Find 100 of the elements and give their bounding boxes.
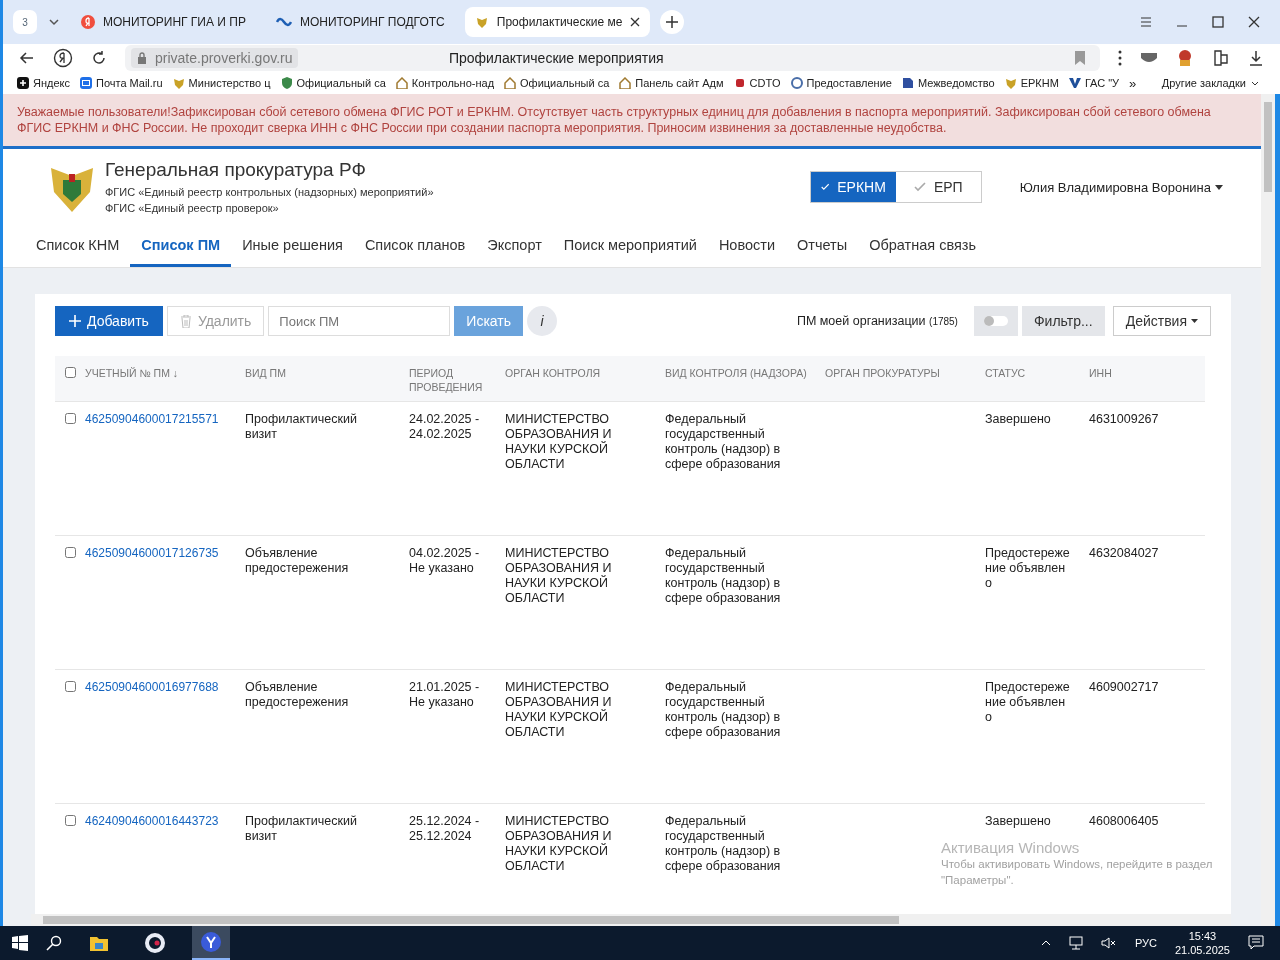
nav-tab[interactable]: Список КНМ (25, 225, 131, 267)
bookmark[interactable]: Межведомство (901, 77, 995, 89)
mail-icon (80, 77, 92, 89)
bookmark[interactable]: Министерство ц (172, 77, 271, 89)
horizontal-scrollbar[interactable] (31, 914, 1231, 926)
table-cell: МИНИСТЕРСТВО ОБРАЗОВАНИЯ И НАУКИ КУРСКОЙ ОБЛАСТИ (505, 546, 612, 605)
bookmark[interactable]: Яндекс (17, 77, 70, 89)
emblem-icon (1004, 77, 1017, 89)
menu-icon[interactable] (1140, 16, 1152, 28)
row-checkbox[interactable] (64, 413, 76, 424)
record-link[interactable]: 46250904600017126735 (85, 546, 219, 560)
check-icon (820, 182, 830, 192)
nav-tab[interactable]: Иные решения (231, 225, 354, 267)
table-cell: Объявление предостережения (245, 546, 349, 575)
column-header[interactable]: ИНН (1089, 366, 1187, 380)
start-icon[interactable] (12, 935, 28, 951)
search-icon[interactable] (46, 935, 62, 951)
taskbar-app[interactable] (192, 926, 230, 960)
letter-icon (81, 15, 95, 29)
other-bookmarks[interactable]: Другие закладки (1161, 77, 1260, 89)
bookmark[interactable]: Официальный са (504, 77, 610, 89)
toggle-switch[interactable] (983, 316, 1008, 326)
row-checkbox[interactable] (64, 547, 76, 558)
browser-tab[interactable]: МОНИТОРИНГ ГИА И ПР (71, 7, 256, 37)
extension-icon[interactable] (1176, 49, 1194, 67)
bookmark[interactable]: ЕРКНМ (1004, 77, 1059, 89)
bookmark[interactable]: CDTO (733, 77, 781, 89)
vertical-scrollbar[interactable] (1261, 94, 1275, 926)
clock[interactable]: 15:43 21.05.2025 (1174, 929, 1230, 957)
language-indicator[interactable]: РУС (1134, 937, 1157, 949)
check-icon (913, 182, 926, 192)
more-icon[interactable] (1118, 50, 1122, 66)
alert-text: Уважаемые пользователи!Зафиксирован сбой сетевого обмена ФГИС РОТ и ЕРКНМ. Отсутствует часть структурных единиц для добавления в паспорта мероприятий. Зафиксирован сбой сетевого обмена ФГИС ЕРКНМ и ФНС России. Не проходит сверка ИНН с ФНС России при создании паспорта мероприятия. Приносим извинения за доставленные неудобства. (17, 105, 1211, 135)
download-icon[interactable] (1248, 50, 1264, 66)
column-header[interactable]: ОРГАН ПРОКУРАТУРЫ (825, 366, 967, 380)
letter-y-icon (200, 931, 222, 953)
bookmark[interactable]: Контрольно-над (395, 77, 495, 89)
close-icon[interactable] (630, 17, 641, 27)
column-header[interactable]: ВИД ПМ (245, 366, 391, 380)
browser-tab[interactable]: Профилактические ме (464, 7, 651, 37)
nav-tab[interactable]: Обратная связь (858, 225, 987, 267)
caret-icon (1215, 184, 1223, 190)
more-bookmarks[interactable]: » (1129, 75, 1137, 91)
column-header[interactable]: ОРГАН КОНТРОЛЯ (505, 366, 647, 380)
select-all-checkbox[interactable] (64, 367, 76, 378)
maximize-icon[interactable] (1212, 16, 1224, 28)
column-header[interactable]: ВИД КОНТРОЛЯ (НАДЗОРА) (665, 366, 807, 380)
record-link[interactable]: 46250904600016977688 (85, 680, 219, 694)
reload-icon[interactable] (91, 50, 107, 66)
back-icon[interactable] (19, 50, 35, 66)
table-cell-text: Не указано (409, 561, 475, 576)
table-cell: Предостережение объявлено (985, 546, 1070, 590)
table-cell: 4609002717 (1089, 680, 1159, 694)
add-button[interactable]: Добавить (55, 306, 163, 336)
column-header[interactable]: УЧЕТНЫЙ № ПМ ↓ (85, 366, 227, 380)
nav-tab[interactable]: Новости (707, 225, 786, 267)
bookmark[interactable]: Почта Mail.ru (80, 77, 163, 89)
bookmark[interactable]: ГАС "У (1068, 77, 1120, 89)
bookmark[interactable]: Панель сайт Адм (619, 77, 724, 89)
search-field[interactable]: Поиск ПМ (268, 306, 451, 336)
yandex-icon[interactable] (53, 48, 73, 68)
extension-icon[interactable] (1212, 49, 1230, 67)
address-bar[interactable]: private.proverki.gov.ru Профилактические мероприятия (125, 45, 1100, 71)
extension-icon[interactable] (1140, 52, 1158, 64)
bookmark-icon[interactable] (1074, 51, 1086, 65)
table-cell: Федеральный государственный контроль (надзор) в сфере образования (665, 814, 781, 873)
plus-icon (69, 315, 81, 327)
chevron-up-icon[interactable] (1040, 939, 1051, 947)
record-link[interactable]: 46240904600016443723 (85, 814, 219, 828)
table-cell-text: 21.01.2025 - (409, 680, 481, 695)
filter-button[interactable]: Фильтр... (1021, 306, 1105, 336)
activation-title: Активация Windows (941, 839, 1081, 856)
column-header[interactable]: ПЕРИОД ПРОВЕДЕНИЯ (409, 366, 487, 394)
nav-tab[interactable]: Экспорт (476, 225, 553, 267)
close-icon[interactable] (1248, 16, 1260, 28)
nav-tab[interactable]: Отчеты (786, 225, 859, 267)
browser-tab[interactable]: МОНИТОРИНГ ПОДГОТС (265, 7, 455, 37)
notification-icon[interactable] (1248, 935, 1264, 951)
tab-count[interactable]: 3 (13, 10, 37, 34)
network-icon[interactable] (1068, 936, 1083, 950)
nav-tab[interactable]: Список планов (353, 225, 477, 267)
bookmark[interactable]: Предоставление (790, 77, 892, 89)
table-cell: Профилактический визит (245, 412, 357, 441)
system-toggle[interactable]: ЕРКНМ (810, 172, 896, 202)
row-checkbox[interactable] (64, 815, 76, 826)
user-menu[interactable]: Юлия Владимировна Воронина (1013, 178, 1229, 196)
speaker-muted-icon[interactable] (1100, 937, 1117, 949)
house-icon (504, 77, 517, 89)
bookmark[interactable]: Официальный са (280, 77, 386, 89)
table-cell: МИНИСТЕРСТВО ОБРАЗОВАНИЯ И НАУКИ КУРСКОЙ ОБЛАСТИ (505, 814, 612, 873)
column-header[interactable]: СТАТУС (985, 366, 1071, 380)
emblem-icon (474, 15, 489, 29)
record-link[interactable]: 46250904600017215571 (85, 412, 219, 426)
nav-tab[interactable]: Поиск мероприятий (552, 225, 708, 267)
info-button[interactable]: i (527, 306, 557, 336)
wave-icon (275, 15, 292, 29)
new-tab-icon[interactable] (660, 10, 685, 34)
actions-button[interactable]: Действия (1112, 306, 1211, 336)
row-checkbox[interactable] (64, 681, 76, 692)
table-cell: Профилактический визит (245, 814, 357, 843)
